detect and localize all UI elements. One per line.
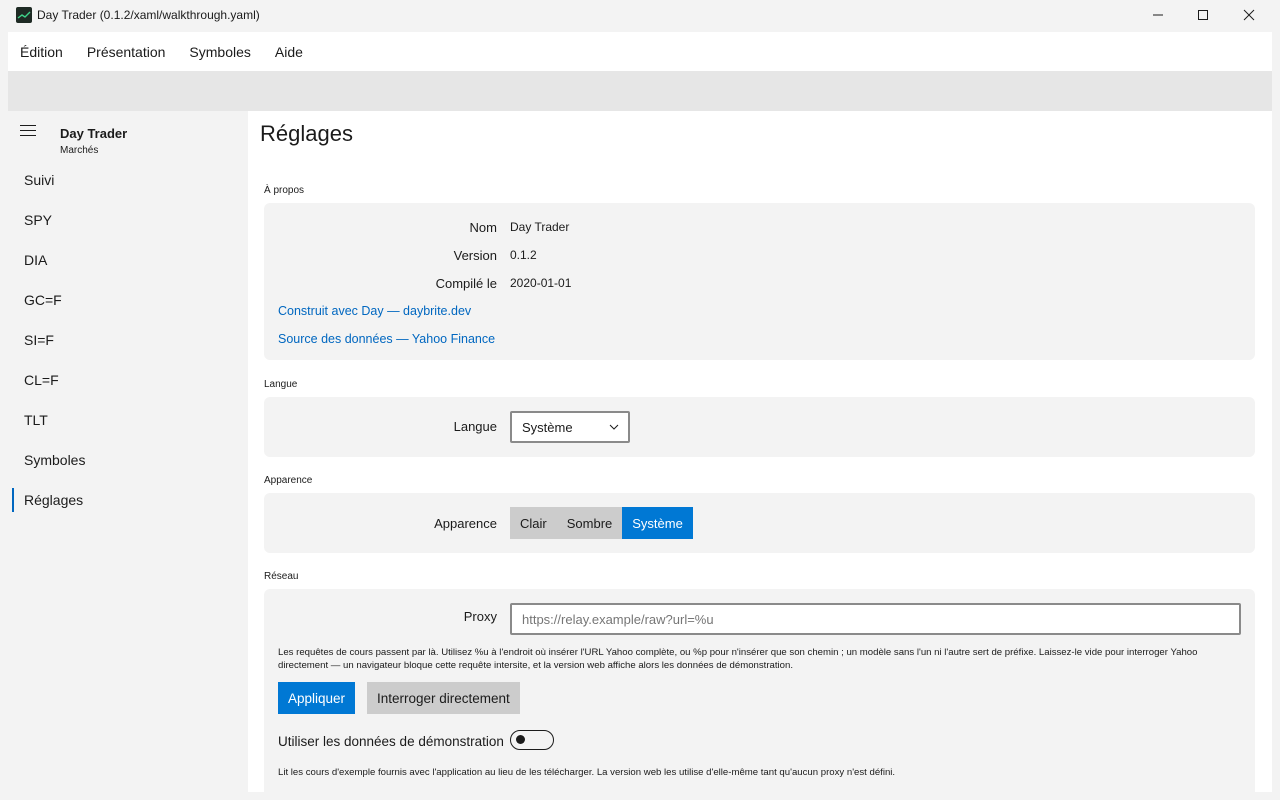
demo-data-label: Utiliser les données de démonstration xyxy=(278,734,504,749)
toggle-knob xyxy=(516,735,525,744)
appearance-segmented-control: Clair Sombre Système xyxy=(510,507,693,539)
appearance-option-dark[interactable]: Sombre xyxy=(556,507,623,539)
sidebar-nav: Suivi SPY DIA GC=F SI=F CL=F TLT Symbole… xyxy=(8,160,248,520)
apply-button[interactable]: Appliquer xyxy=(278,682,356,714)
page-title: Réglages xyxy=(260,121,353,146)
proxy-help-text: Les requêtes de cours passent par là. Ut… xyxy=(278,647,1198,671)
demo-data-toggle[interactable] xyxy=(510,730,554,750)
language-card: Langue Système xyxy=(264,397,1255,457)
settings-page: Réglages À propos Nom Day Trader Version… xyxy=(248,111,1272,792)
language-select[interactable]: Système xyxy=(510,411,630,443)
maximize-icon xyxy=(1198,10,1208,20)
demo-help-text: Lit les cours d'exemple fournis avec l'a… xyxy=(278,767,896,778)
menu-aide[interactable]: Aide xyxy=(263,32,315,71)
window-title: Day Trader (0.1.2/xaml/walkthrough.yaml) xyxy=(37,8,260,22)
sidebar-subtitle: Marchés xyxy=(60,145,99,156)
appearance-option-system[interactable]: Système xyxy=(622,507,693,539)
proxy-input[interactable]: https://relay.example/raw?url=%u xyxy=(510,603,1241,635)
sidebar: Day Trader Marchés Suivi SPY DIA GC=F SI… xyxy=(8,111,248,792)
sidebar-item-cl[interactable]: CL=F xyxy=(8,360,248,400)
appearance-label: Apparence xyxy=(434,516,497,531)
section-about-label: À propos xyxy=(264,185,305,196)
version-label: Version xyxy=(453,248,497,263)
minimize-button[interactable] xyxy=(1135,0,1181,30)
link-daybrite[interactable]: Construit avec Day — daybrite.dev xyxy=(278,304,471,318)
section-network-label: Réseau xyxy=(264,571,299,582)
sidebar-item-suivi[interactable]: Suivi xyxy=(8,160,248,200)
chart-line-icon xyxy=(16,7,32,23)
section-appearance-label: Apparence xyxy=(264,475,313,486)
sidebar-item-tlt[interactable]: TLT xyxy=(8,400,248,440)
menu-presentation[interactable]: Présentation xyxy=(75,32,178,71)
built-label: Compilé le xyxy=(435,276,497,291)
appearance-option-light[interactable]: Clair xyxy=(510,507,557,539)
sidebar-item-gc[interactable]: GC=F xyxy=(8,280,248,320)
sidebar-item-dia[interactable]: DIA xyxy=(8,240,248,280)
hamburger-menu-icon[interactable] xyxy=(20,125,36,137)
sidebar-item-symboles[interactable]: Symboles xyxy=(8,440,248,480)
built-value: 2020-01-01 xyxy=(510,276,572,290)
sidebar-item-reglages[interactable]: Réglages xyxy=(8,480,248,520)
link-yahoo-finance[interactable]: Source des données — Yahoo Finance xyxy=(278,332,495,346)
toolbar-strip xyxy=(8,71,1272,111)
minimize-icon xyxy=(1153,14,1163,16)
about-card: Nom Day Trader Version 0.1.2 Compilé le … xyxy=(264,203,1255,360)
sidebar-item-si[interactable]: SI=F xyxy=(8,320,248,360)
close-button[interactable] xyxy=(1226,0,1272,30)
close-icon xyxy=(1243,9,1255,21)
network-card: Proxy https://relay.example/raw?url=%u L… xyxy=(264,589,1255,792)
version-value: 0.1.2 xyxy=(510,248,537,262)
appearance-card: Apparence Clair Sombre Système xyxy=(264,493,1255,553)
menu-bar: Édition Présentation Symboles Aide xyxy=(8,32,1272,71)
maximize-button[interactable] xyxy=(1180,0,1226,30)
menu-edition[interactable]: Édition xyxy=(8,32,75,71)
language-label: Langue xyxy=(453,419,497,434)
proxy-placeholder: https://relay.example/raw?url=%u xyxy=(522,611,714,627)
sidebar-title: Day Trader xyxy=(60,126,128,141)
name-value: Day Trader xyxy=(510,220,570,234)
query-directly-button[interactable]: Interroger directement xyxy=(367,682,520,714)
chevron-down-icon xyxy=(609,424,619,430)
section-language-label: Langue xyxy=(264,379,298,390)
title-bar: Day Trader (0.1.2/xaml/walkthrough.yaml) xyxy=(0,0,1280,30)
name-label: Nom xyxy=(469,220,497,235)
language-select-value: Système xyxy=(522,419,573,435)
proxy-label: Proxy xyxy=(463,609,497,624)
menu-symboles[interactable]: Symboles xyxy=(177,32,262,71)
sidebar-item-spy[interactable]: SPY xyxy=(8,200,248,240)
